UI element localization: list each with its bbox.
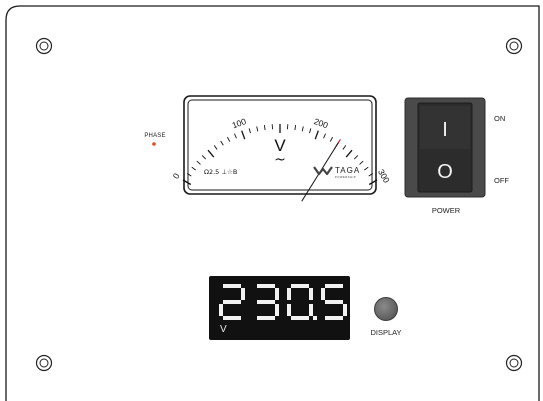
display-segment (257, 284, 275, 288)
analog-voltmeter: 0100 200300 V ~ Ω2.5 ⊥☆B TAGA POWERSHIP (171, 95, 392, 202)
digital-display (209, 276, 350, 340)
display-segment (275, 288, 279, 300)
meter-scale-label: 300 (376, 167, 392, 185)
display-button-label: DISPLAY (370, 328, 402, 337)
meter-spec-text: Ω2.5 ⊥☆B (204, 168, 237, 176)
display-segment (275, 304, 279, 316)
display-segment (223, 316, 241, 320)
display-segment (309, 304, 313, 316)
power-on-label: ON (494, 114, 506, 123)
display-segment (343, 304, 347, 316)
meter-scale-label: 0 (171, 171, 182, 180)
display-segment (287, 304, 291, 316)
display-segment (325, 316, 343, 320)
power-off-label: OFF (494, 176, 509, 185)
display-segment (241, 288, 245, 300)
panel-outline (5, 5, 540, 401)
display-segment (257, 300, 275, 304)
display-segment (287, 288, 291, 300)
screw-bottom-right (505, 354, 523, 372)
display-segment (309, 288, 313, 300)
meter-ac-symbol: ~ (274, 152, 286, 168)
display-segment (291, 316, 309, 320)
power-switch[interactable]: I O (404, 97, 486, 198)
power-on-symbol: I (442, 119, 448, 141)
display-segment (325, 284, 343, 288)
screw-bottom-left (35, 354, 53, 372)
instrument-panel: 0100 200300 V ~ Ω2.5 ⊥☆B TAGA POWERSHIP I… (5, 5, 540, 401)
display-segment (291, 284, 309, 288)
display-segment (257, 316, 275, 320)
display-segment (219, 304, 223, 316)
phase-label: PHASE (144, 133, 166, 139)
display-button[interactable] (374, 297, 398, 321)
power-off-symbol: O (437, 161, 453, 183)
power-label: POWER (431, 206, 461, 215)
meter-brand: TAGA (335, 166, 360, 175)
screw-top-left (35, 37, 53, 55)
display-unit: V (220, 324, 227, 335)
display-segment (223, 300, 241, 304)
display-segment (321, 288, 325, 300)
display-decimal-point (313, 316, 317, 320)
display-segment (223, 284, 241, 288)
meter-brand-sub: POWERSHIP (335, 175, 356, 179)
screw-top-right (505, 37, 523, 55)
phase-indicator-led (152, 142, 156, 146)
display-segment (325, 300, 343, 304)
